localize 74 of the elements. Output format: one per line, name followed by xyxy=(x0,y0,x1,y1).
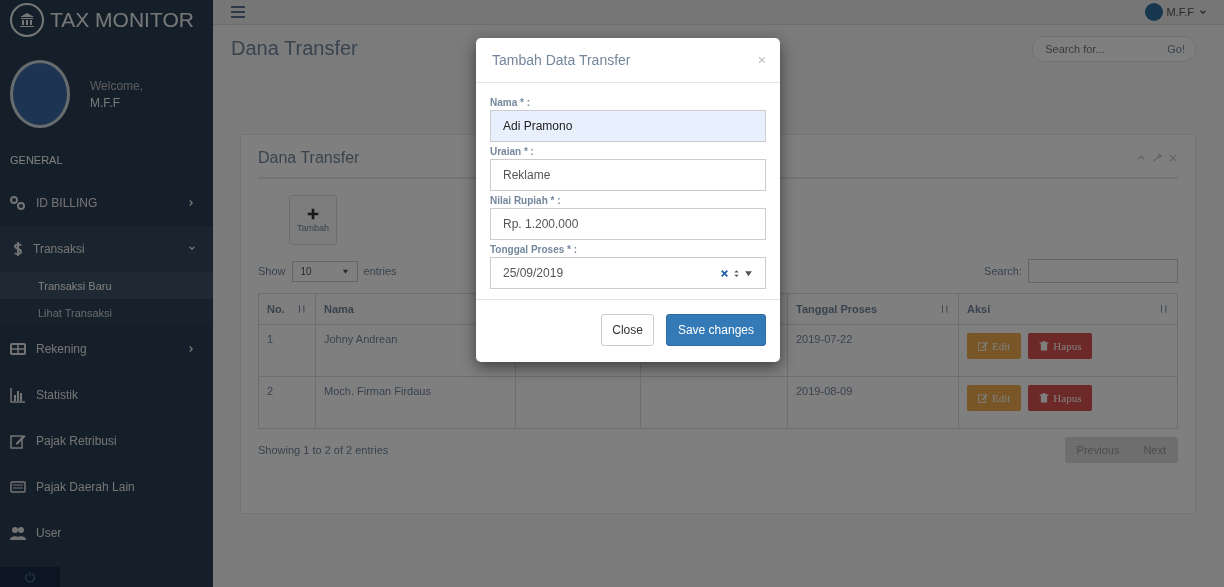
trash-icon xyxy=(1039,393,1050,403)
bar-chart-icon xyxy=(10,387,26,403)
input-field[interactable]: Rp. 1.200.000 xyxy=(490,208,766,240)
date-field[interactable]: 25/09/2019 xyxy=(490,257,766,289)
clear-icon xyxy=(720,268,729,278)
page-title: Dana Transfer xyxy=(231,37,358,60)
input-field[interactable]: Reklame xyxy=(490,159,766,191)
sidebar-item[interactable]: User xyxy=(0,510,213,556)
sidebar-item[interactable]: Pajak Retribusi xyxy=(0,418,213,464)
sidebar-item[interactable]: Rekening xyxy=(0,326,213,372)
table-cell: 1 xyxy=(258,324,316,377)
column-header[interactable]: Nama xyxy=(324,303,354,315)
edit-icon xyxy=(978,341,988,351)
sort-icon xyxy=(297,304,307,314)
show-label: Show xyxy=(258,265,286,277)
delete-button[interactable]: Hapus xyxy=(1028,385,1093,411)
modal-title: Tambah Data Transfer xyxy=(492,52,631,68)
add-button[interactable]: Tambah xyxy=(289,195,337,245)
table-info: Showing 1 to 2 of 2 entries xyxy=(258,444,389,456)
user-avatar xyxy=(1144,3,1163,21)
user-menu[interactable]: M.F.F xyxy=(1166,6,1194,18)
field-label: Nilai Rupiah * : xyxy=(490,195,562,206)
search-field[interactable]: Search for... Go! xyxy=(1032,35,1196,62)
sort-icon xyxy=(940,304,950,314)
field-label: Tonggal Proses * : xyxy=(490,244,579,255)
link-icon xyxy=(10,195,26,211)
users-icon xyxy=(10,525,26,541)
close-icon xyxy=(1168,153,1178,163)
logout-button[interactable] xyxy=(0,567,60,587)
column-header[interactable]: Tanggal Proses xyxy=(796,303,878,315)
edit-icon xyxy=(10,433,26,449)
table-cell: 2019-07-22 xyxy=(787,324,959,377)
spinner-icon xyxy=(732,267,741,279)
table-cell: 2 xyxy=(258,376,316,429)
field-label: Uraian * : xyxy=(490,146,535,157)
keyboard-icon xyxy=(10,479,26,495)
sidebar-item[interactable]: ID BILLING xyxy=(0,180,213,226)
menu-toggle[interactable] xyxy=(229,4,247,20)
table-search-field[interactable] xyxy=(1028,259,1178,283)
field-label: Nama * : xyxy=(490,97,531,108)
column-header[interactable]: No. xyxy=(267,303,285,315)
sidebar-item[interactable]: Statistik xyxy=(0,372,213,418)
submenu-item[interactable]: Lihat Transaksi xyxy=(0,299,213,326)
section-heading: GENERAL xyxy=(9,153,64,168)
power-icon xyxy=(24,571,36,583)
close-button[interactable]: Close xyxy=(601,314,654,346)
delete-button[interactable]: Hapus xyxy=(1028,333,1093,359)
dropdown-icon xyxy=(341,267,349,275)
bank-icon xyxy=(19,12,35,28)
sidebar-item[interactable]: Transaksi xyxy=(0,226,213,272)
card-icon xyxy=(10,341,26,357)
trash-icon xyxy=(1039,341,1050,351)
profile-name: M.F.F xyxy=(90,95,121,110)
edit-icon xyxy=(978,393,988,403)
sort-icon xyxy=(1159,304,1169,314)
submenu-item[interactable]: Transaksi Baru xyxy=(0,272,213,299)
entries-label: entries xyxy=(363,265,397,277)
search-label: Search: xyxy=(984,265,1022,277)
panel-title: Dana Transfer xyxy=(258,149,360,167)
menu-icon xyxy=(229,4,247,20)
wrench-icon xyxy=(1152,153,1162,163)
collapse-icon xyxy=(1136,153,1146,163)
dropdown-icon xyxy=(744,268,753,278)
plus-icon xyxy=(306,207,320,221)
table-cell: Moch. Firman Firdaus xyxy=(315,376,516,429)
column-header[interactable]: Aksi xyxy=(967,303,991,315)
close-button[interactable]: × xyxy=(757,52,766,68)
input-field[interactable]: Adi Pramono xyxy=(490,110,766,142)
sidebar-item[interactable]: Pajak Daerah Lain xyxy=(0,464,213,510)
table-cell: 2019-08-09 xyxy=(787,376,959,429)
brand-title[interactable]: TAX MONITOR xyxy=(50,8,194,32)
page-length-select[interactable]: 10 xyxy=(291,260,358,282)
save-button[interactable]: Save changes xyxy=(665,314,766,346)
welcome-text: Welcome, xyxy=(90,78,144,93)
